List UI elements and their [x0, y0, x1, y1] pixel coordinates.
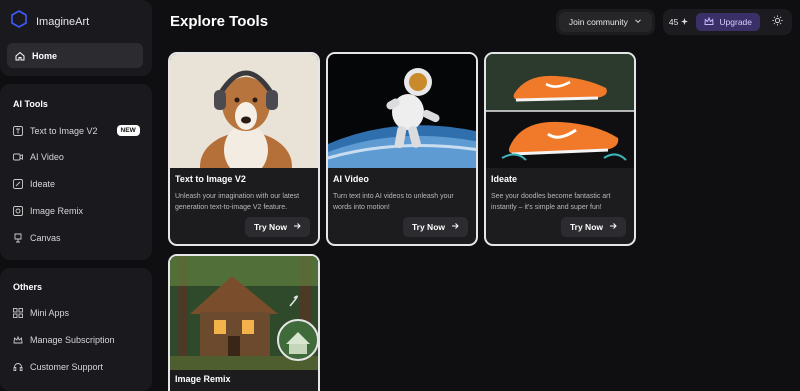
header-actions: Join community 45 Upgrade [555, 9, 792, 35]
sidebar-item-ai-video[interactable]: AI Video [13, 152, 64, 162]
sidebar-item-label: Manage Subscription [30, 335, 115, 345]
tool-card-ideate[interactable]: Ideate See your doodles become fantastic… [484, 52, 636, 246]
join-community-wrapper: Join community [555, 9, 655, 35]
sidebar-item-label: Ideate [30, 179, 56, 189]
video-icon [13, 152, 23, 162]
card-title: Text to Image V2 [175, 174, 246, 184]
card-image-dog-headphones [170, 54, 318, 168]
join-community-label: Join community [568, 17, 628, 27]
try-now-label: Try Now [569, 222, 603, 232]
sidebar-item-text-to-image[interactable]: Text to Image V2 NEW [13, 125, 140, 136]
card-image-sneakers [486, 54, 634, 168]
arrow-right-icon [609, 222, 617, 232]
sidebar-item-label: AI Video [30, 152, 64, 162]
credits-value: 45 [668, 17, 679, 27]
card-image-astronaut [328, 54, 476, 168]
sidebar-item-label: Mini Apps [30, 308, 70, 318]
sidebar-item-image-remix[interactable]: Image Remix [13, 206, 83, 216]
tool-card-ai-video[interactable]: AI Video Turn text into AI videos to unl… [326, 52, 478, 246]
others-panel: Others Mini Apps Manage Subscription Cus… [0, 268, 152, 391]
card-description: See your doodles become fantastic art in… [491, 193, 611, 211]
pencil-icon [13, 179, 23, 189]
tool-card-image-remix[interactable]: Image Remix [168, 254, 320, 391]
upgrade-button[interactable]: Upgrade [696, 13, 760, 31]
card-title: AI Video [333, 174, 369, 184]
theme-toggle-button[interactable] [768, 13, 786, 31]
sidebar-item-label: Image Remix [30, 206, 84, 216]
try-now-button[interactable]: Try Now [402, 217, 468, 237]
sidebar-item-manage-subscription[interactable]: Manage Subscription [13, 335, 115, 345]
card-description: Unleash your imagination with our latest… [175, 193, 300, 211]
headset-icon [13, 362, 23, 372]
canvas-icon [13, 233, 23, 243]
card-title: Ideate [491, 174, 518, 184]
sidebar-item-customer-support[interactable]: Customer Support [13, 362, 103, 372]
sidebar: ImagineArt Home AI Tools Text to Image V… [0, 0, 152, 391]
try-now-label: Try Now [411, 222, 445, 232]
chevron-down-icon [634, 17, 642, 27]
sidebar-top-panel: ImagineArt Home [0, 0, 152, 76]
credits-counter[interactable]: 45 [668, 17, 689, 27]
grid-icon [13, 308, 23, 318]
upgrade-label: Upgrade [719, 17, 752, 27]
try-now-button[interactable]: Try Now [560, 217, 626, 237]
sidebar-item-label: Canvas [30, 233, 61, 243]
sidebar-item-mini-apps[interactable]: Mini Apps [13, 308, 69, 318]
sidebar-item-label: Customer Support [30, 362, 104, 372]
crown-icon [704, 16, 714, 28]
sparkle-icon [681, 17, 689, 27]
sidebar-item-ideate[interactable]: Ideate [13, 179, 55, 189]
brand[interactable]: ImagineArt [10, 10, 89, 33]
home-icon [15, 51, 25, 61]
sidebar-item-canvas[interactable]: Canvas [13, 233, 61, 243]
section-title-ai-tools: AI Tools [13, 99, 48, 109]
card-description: Turn text into AI videos to unleash your… [333, 193, 454, 211]
card-image-forest-house [170, 256, 318, 370]
remix-icon [13, 206, 23, 216]
sidebar-item-home[interactable]: Home [7, 43, 143, 68]
sidebar-item-label: Home [32, 50, 58, 61]
arrow-right-icon [451, 222, 459, 232]
section-title-others: Others [13, 282, 43, 292]
account-actions: 45 Upgrade [662, 9, 792, 35]
sun-icon [771, 13, 783, 31]
join-community-button[interactable]: Join community [558, 12, 652, 32]
logo-hexagon-icon [10, 10, 28, 33]
try-now-label: Try Now [253, 222, 287, 232]
new-badge: NEW [116, 125, 140, 136]
card-title: Image Remix [175, 374, 231, 384]
try-now-button[interactable]: Try Now [244, 217, 310, 237]
ai-tools-panel: AI Tools Text to Image V2 NEW AI Video I… [0, 84, 152, 260]
brand-name: ImagineArt [36, 15, 90, 28]
text-icon [13, 125, 23, 136]
arrow-right-icon [293, 222, 301, 232]
page-title: Explore Tools [170, 13, 269, 30]
crown-icon [13, 335, 23, 345]
sidebar-item-label: Text to Image V2 [30, 125, 98, 136]
tool-card-text-to-image[interactable]: Text to Image V2 Unleash your imaginatio… [168, 52, 320, 246]
